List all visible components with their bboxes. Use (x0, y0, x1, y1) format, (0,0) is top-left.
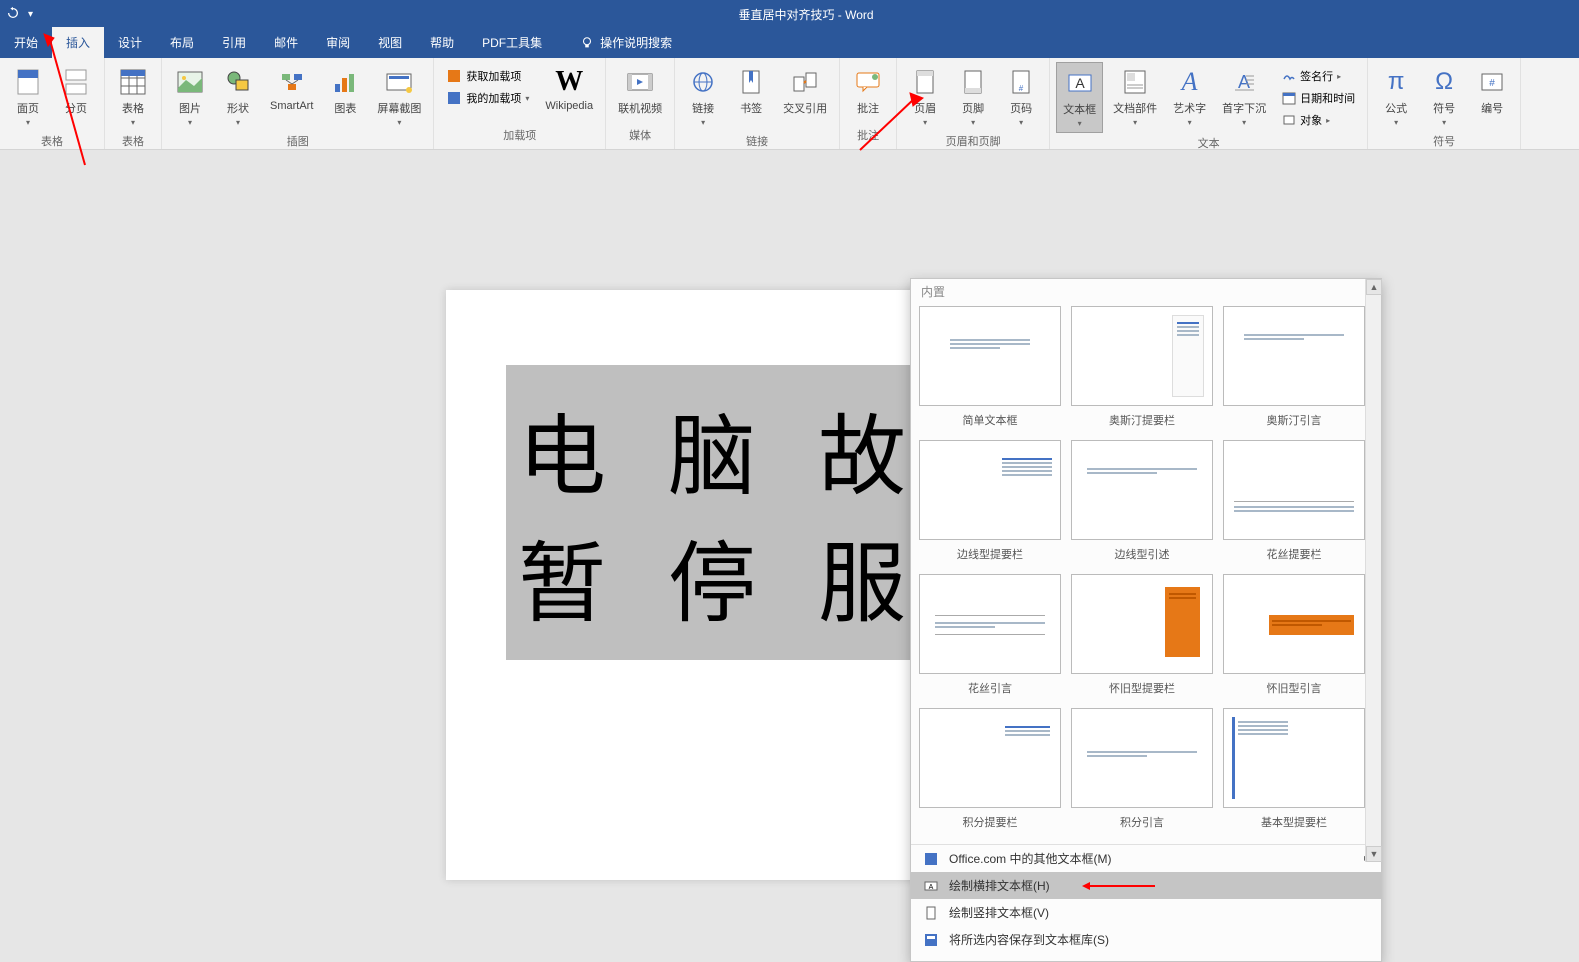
smartart-button[interactable]: SmartArt (264, 62, 319, 116)
bulb-icon (580, 36, 594, 50)
group-illustrations: 图片▾ 形状▾ SmartArt 图表 屏幕截图▾ 插图 (162, 58, 434, 149)
horizontal-textbox-icon: A (923, 878, 939, 894)
pictures-button[interactable]: 图片▾ (168, 62, 212, 131)
tab-mailings[interactable]: 邮件 (260, 27, 312, 58)
window-title: 垂直居中对齐技巧 - Word (33, 6, 1579, 23)
menu-office-textboxes[interactable]: Office.com 中的其他文本框(M)▸ (911, 845, 1381, 872)
textbox-button[interactable]: A文本框▾ (1056, 62, 1103, 133)
group-addins: 获取加载项 我的加载项▾ WWikipedia 加载项 (434, 58, 606, 149)
datetime-button[interactable]: 日期和时间 (1276, 88, 1361, 108)
equation-button[interactable]: π公式▾ (1374, 62, 1418, 131)
menu-save-selection[interactable]: 将所选内容保存到文本框库(S) (911, 926, 1381, 953)
menu-draw-horizontal[interactable]: A绘制横排文本框(H) (911, 872, 1381, 899)
wordart-button[interactable]: A艺术字▾ (1167, 62, 1212, 131)
table-button[interactable]: 表格▾ (111, 62, 155, 131)
gallery-thumb-integral-sidebar[interactable] (919, 708, 1061, 808)
svg-text:#: # (1489, 78, 1495, 89)
shapes-button[interactable]: 形状▾ (216, 62, 260, 131)
tab-help[interactable]: 帮助 (416, 27, 468, 58)
dropcap-button[interactable]: A首字下沉▾ (1216, 62, 1272, 131)
gallery-thumb-simple[interactable] (919, 306, 1061, 406)
vertical-textbox-icon (923, 905, 939, 921)
scroll-down-icon[interactable]: ▼ (1366, 846, 1382, 862)
group-links: 链接▾ 书签 交叉引用 链接 (675, 58, 840, 149)
symbol-button[interactable]: Ω符号▾ (1422, 62, 1466, 131)
gallery-thumb-filigree-sidebar[interactable] (1223, 440, 1365, 540)
gallery-thumb-retro-sidebar[interactable] (1071, 574, 1213, 674)
online-video-button[interactable]: 联机视频 (612, 62, 668, 120)
annotation-arrow-1 (40, 30, 90, 170)
pagenum-button[interactable]: #页码▾ (999, 62, 1043, 131)
annotation-arrow-4 (1080, 880, 1160, 892)
undo-icon[interactable] (6, 6, 20, 23)
svg-text:A: A (1075, 75, 1085, 91)
link-button[interactable]: 链接▾ (681, 62, 725, 131)
workspace: 电 脑 故 障 暂 停 服 务 内置 ▲ ▼ 简单文本框 奥斯汀提要栏 奥斯汀引… (0, 150, 1579, 889)
gallery-scrollbar[interactable]: ▲ ▼ (1365, 279, 1381, 862)
footer-button[interactable]: 页脚▾ (951, 62, 995, 131)
tab-references[interactable]: 引用 (208, 27, 260, 58)
annotation-arrow-2 (855, 90, 925, 160)
textbox-gallery-dropdown: 内置 ▲ ▼ 简单文本框 奥斯汀提要栏 奥斯汀引言 边线型提要栏 边线型引述 花… (910, 278, 1382, 962)
gallery-thumb-sideline-sidebar[interactable] (919, 440, 1061, 540)
get-addins-button[interactable]: 获取加载项 (440, 66, 535, 86)
gallery-thumb-basic-sidebar[interactable] (1223, 708, 1365, 808)
signature-button[interactable]: 签名行▸ (1276, 66, 1361, 86)
crossref-button[interactable]: 交叉引用 (777, 62, 833, 120)
svg-text:A: A (1238, 72, 1250, 92)
ribbon: 面页▾ 分页 表格 表格▾ 表格 图片▾ 形状▾ SmartArt 图表 屏幕截… (0, 58, 1579, 150)
wikipedia-button[interactable]: WWikipedia (539, 62, 599, 116)
group-media: 联机视频 媒体 (606, 58, 675, 149)
gallery-header: 内置 (911, 279, 1381, 304)
tab-layout[interactable]: 布局 (156, 27, 208, 58)
group-text: A文本框▾ 文档部件▾ A艺术字▾ A首字下沉▾ 签名行▸ 日期和时间 对象▸ … (1050, 58, 1368, 149)
group-symbols: π公式▾ Ω符号▾ #编号 符号 (1368, 58, 1521, 149)
quickparts-button[interactable]: 文档部件▾ (1107, 62, 1163, 131)
gallery-thumb-sideline-quote[interactable] (1071, 440, 1213, 540)
ribbon-tabs: 开始 插入 设计 布局 引用 邮件 审阅 视图 帮助 PDF工具集 操作说明搜索 (0, 28, 1579, 58)
tab-pdf[interactable]: PDF工具集 (468, 27, 556, 58)
gallery-thumb-retro-quote[interactable] (1223, 574, 1365, 674)
object-button[interactable]: 对象▸ (1276, 110, 1361, 130)
office-icon (923, 851, 939, 867)
tab-review[interactable]: 审阅 (312, 27, 364, 58)
gallery-thumb-filigree-quote[interactable] (919, 574, 1061, 674)
title-bar: ▾ 垂直居中对齐技巧 - Word (0, 0, 1579, 28)
gallery-thumb-integral-quote[interactable] (1071, 708, 1213, 808)
my-addins-button[interactable]: 我的加载项▾ (440, 88, 535, 108)
svg-text:#: # (1019, 84, 1024, 93)
gallery-thumb-austin-sidebar[interactable] (1071, 306, 1213, 406)
svg-text:A: A (929, 884, 934, 891)
save-gallery-icon (923, 932, 939, 948)
screenshot-button[interactable]: 屏幕截图▾ (371, 62, 427, 131)
tab-view[interactable]: 视图 (364, 27, 416, 58)
tell-me-search[interactable]: 操作说明搜索 (568, 27, 684, 58)
bookmark-button[interactable]: 书签 (729, 62, 773, 120)
gallery-thumb-austin-quote[interactable] (1223, 306, 1365, 406)
tab-design[interactable]: 设计 (104, 27, 156, 58)
scroll-up-icon[interactable]: ▲ (1366, 279, 1382, 295)
menu-draw-vertical[interactable]: 绘制竖排文本框(V) (911, 899, 1381, 926)
group-table: 表格▾ 表格 (105, 58, 162, 149)
number-button[interactable]: #编号 (1470, 62, 1514, 120)
chart-button[interactable]: 图表 (323, 62, 367, 120)
